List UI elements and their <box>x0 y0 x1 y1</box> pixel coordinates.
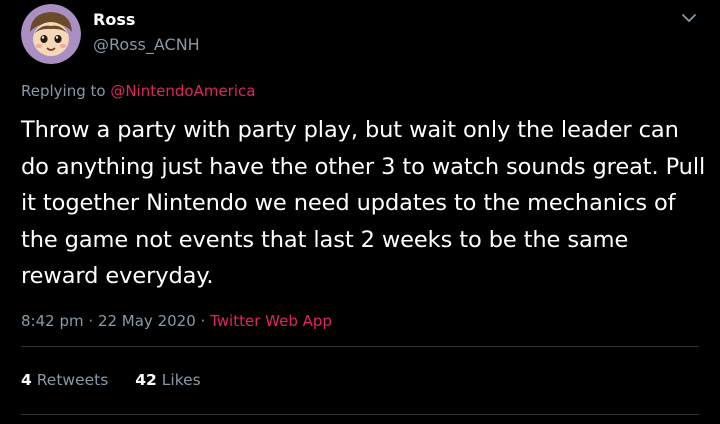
tweet-stats: 4 Retweets 42 Likes <box>21 371 201 389</box>
meta-separator: · <box>88 312 94 330</box>
display-name[interactable]: Ross <box>93 10 135 29</box>
tweet-date[interactable]: 22 May 2020 <box>98 312 196 330</box>
tweet-source-link[interactable]: Twitter Web App <box>210 312 332 330</box>
chevron-down-icon <box>682 14 696 22</box>
likes-count: 42 <box>135 371 157 389</box>
avatar[interactable] <box>21 4 81 64</box>
reply-mention-link[interactable]: @NintendoAmerica <box>110 82 255 100</box>
tweet-card: Ross @Ross_ACNH Replying to @NintendoAme… <box>0 0 720 424</box>
likes-label: Likes <box>161 371 201 389</box>
user-handle[interactable]: @Ross_ACNH <box>93 35 200 54</box>
retweets-stat[interactable]: 4 Retweets <box>21 371 108 389</box>
divider <box>21 414 699 415</box>
likes-stat[interactable]: 42 Likes <box>135 371 201 389</box>
more-options-button[interactable] <box>679 10 699 26</box>
tweet-metadata: 8:42 pm · 22 May 2020 · Twitter Web App <box>21 312 332 330</box>
retweets-count: 4 <box>21 371 32 389</box>
replying-to-label: Replying to <box>21 82 106 100</box>
retweets-label: Retweets <box>36 371 109 389</box>
replying-to: Replying to @NintendoAmerica <box>21 82 255 100</box>
divider <box>21 346 699 347</box>
meta-separator: · <box>200 312 206 330</box>
tweet-time[interactable]: 8:42 pm <box>21 312 84 330</box>
villager-avatar-icon <box>21 4 81 64</box>
tweet-text: Throw a party with party play, but wait … <box>21 117 706 289</box>
